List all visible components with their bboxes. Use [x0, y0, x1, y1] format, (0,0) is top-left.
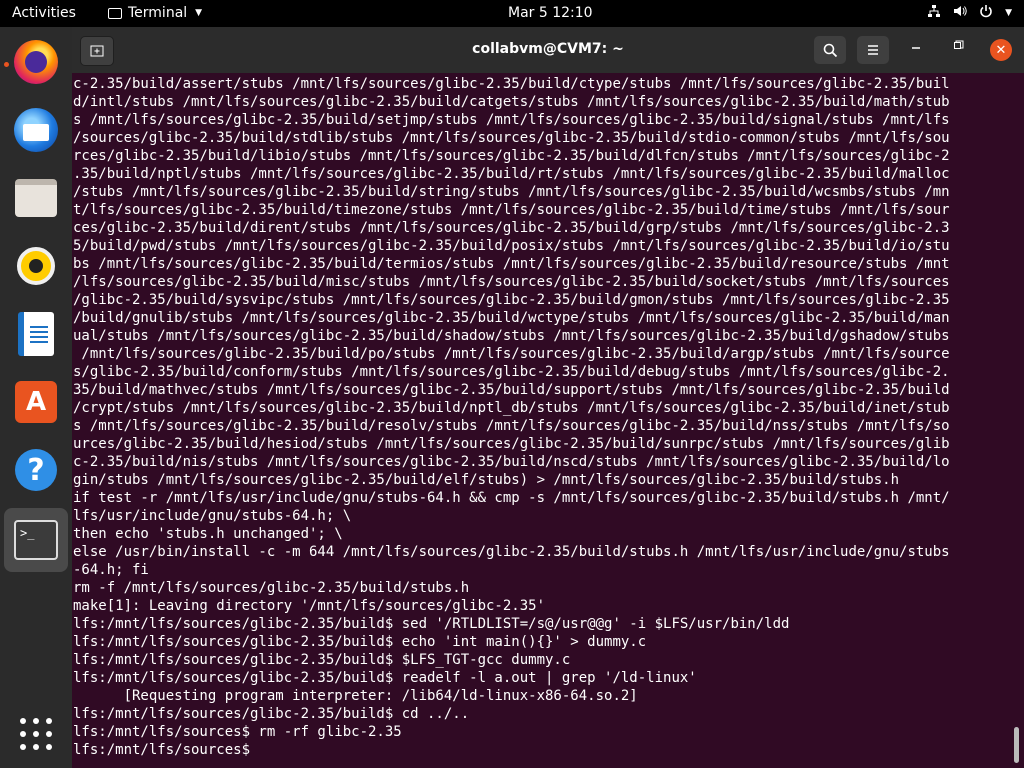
terminal-line: /lfs/sources/glibc-2.35/build/misc/stubs…: [73, 274, 950, 290]
dock: A ? >_: [0, 27, 72, 768]
app-menu[interactable]: Terminal ▼: [108, 5, 202, 21]
terminal-line: d/intl/stubs /mnt/lfs/sources/glibc-2.35…: [73, 94, 950, 110]
terminal-line: 35/build/mathvec/stubs /mnt/lfs/sources/…: [73, 382, 950, 398]
show-applications-icon[interactable]: [12, 710, 60, 758]
terminal-line: else /usr/bin/install -c -m 644 /mnt/lfs…: [73, 544, 950, 560]
close-button[interactable]: ✕: [990, 39, 1012, 61]
terminal-line: ces/glibc-2.35/build/dirent/stubs /mnt/l…: [73, 220, 950, 236]
hamburger-menu-icon: [868, 45, 878, 55]
terminal-line: rm -f /mnt/lfs/sources/glibc-2.35/build/…: [73, 580, 470, 596]
minimize-button[interactable]: [910, 39, 922, 55]
network-icon: [927, 4, 941, 22]
restore-icon: [954, 40, 964, 49]
terminal-line: lfs:/mnt/lfs/sources$: [73, 742, 259, 758]
running-indicator: [4, 62, 9, 67]
terminal-line: lfs:/mnt/lfs/sources/glibc-2.35/build$ e…: [73, 634, 647, 650]
terminal-line: lfs:/mnt/lfs/sources/glibc-2.35/build$ $…: [73, 652, 571, 668]
terminal-line: lfs:/mnt/lfs/sources/glibc-2.35/build$ s…: [73, 616, 790, 632]
rhythmbox-icon[interactable]: [12, 242, 60, 290]
activities-button[interactable]: Activities: [12, 5, 76, 21]
terminal-line: ual/stubs /mnt/lfs/sources/glibc-2.35/bu…: [73, 328, 950, 344]
terminal-line: t/lfs/sources/glibc-2.35/build/timezone/…: [73, 202, 950, 218]
terminal-line: bs /mnt/lfs/sources/glibc-2.35/build/ter…: [73, 256, 950, 272]
terminal-line: lfs:/mnt/lfs/sources$ rm -rf glibc-2.35: [73, 724, 402, 740]
terminal-line: /glibc-2.35/build/sysvipc/stubs /mnt/lfs…: [73, 292, 950, 308]
terminal-line: gin/stubs /mnt/lfs/sources/glibc-2.35/bu…: [73, 472, 900, 488]
terminal-line: s /mnt/lfs/sources/glibc-2.35/build/reso…: [73, 418, 950, 434]
scrollbar[interactable]: [1014, 727, 1019, 763]
terminal-line: s /mnt/lfs/sources/glibc-2.35/build/setj…: [73, 112, 950, 128]
terminal-line: .35/build/nptl/stubs /mnt/lfs/sources/gl…: [73, 166, 950, 182]
terminal-app-icon: [108, 7, 122, 19]
clock[interactable]: Mar 5 12:10: [508, 5, 593, 21]
libreoffice-writer-icon[interactable]: [12, 310, 60, 358]
terminal-line: rces/glibc-2.35/build/libio/stubs /mnt/l…: [73, 148, 950, 164]
terminal-line: /crypt/stubs /mnt/lfs/sources/glibc-2.35…: [73, 400, 950, 416]
app-menu-label: Terminal: [128, 5, 188, 21]
status-menu[interactable]: ▼: [927, 4, 1012, 22]
terminal-line: then echo 'stubs.h unchanged'; \: [73, 526, 343, 542]
ubuntu-software-icon[interactable]: A: [12, 378, 60, 426]
help-icon[interactable]: ?: [12, 446, 60, 494]
search-button[interactable]: [814, 36, 846, 64]
terminal-icon[interactable]: >_: [4, 508, 68, 572]
search-icon: [823, 43, 837, 57]
close-icon: ✕: [995, 42, 1007, 58]
terminal-line: -64.h; fi: [73, 562, 149, 578]
terminal-line: lfs:/mnt/lfs/sources/glibc-2.35/build$ r…: [73, 670, 697, 686]
header-bar: collabvm@CVM7: ~ ✕: [72, 27, 1024, 73]
terminal-line: /mnt/lfs/sources/glibc-2.35/build/po/stu…: [73, 346, 950, 362]
terminal-line: lfs:/mnt/lfs/sources/glibc-2.35/build$ c…: [73, 706, 470, 722]
volume-icon: [953, 4, 967, 22]
minimize-icon: [912, 47, 920, 49]
terminal-line: /build/gnulib/stubs /mnt/lfs/sources/gli…: [73, 310, 950, 326]
power-icon: [979, 4, 993, 22]
terminal-line: lfs/usr/include/gnu/stubs-64.h; \: [73, 508, 352, 524]
terminal-line: if test -r /mnt/lfs/usr/include/gnu/stub…: [73, 490, 950, 506]
terminal-line: s/glibc-2.35/build/conform/stubs /mnt/lf…: [73, 364, 950, 380]
maximize-button[interactable]: [953, 39, 965, 54]
terminal-line: make[1]: Leaving directory '/mnt/lfs/sou…: [73, 598, 546, 614]
terminal-line: /sources/glibc-2.35/build/stdlib/stubs /…: [73, 130, 950, 146]
caret-down-icon: ▼: [195, 8, 203, 18]
terminal-output[interactable]: c-2.35/build/assert/stubs /mnt/lfs/sourc…: [73, 75, 1013, 765]
chevron-down-icon: ▼: [1005, 8, 1012, 18]
terminal-line: [Requesting program interpreter: /lib64/…: [73, 688, 638, 704]
firefox-icon[interactable]: [12, 38, 60, 86]
menu-button[interactable]: [857, 36, 889, 64]
top-bar: Activities Terminal ▼ Mar 5 12:10 ▼: [0, 0, 1024, 27]
terminal-line: /stubs /mnt/lfs/sources/glibc-2.35/build…: [73, 184, 950, 200]
terminal-window: collabvm@CVM7: ~ ✕ c-2.35/build/assert/s…: [72, 27, 1024, 768]
files-icon[interactable]: [12, 174, 60, 222]
thunderbird-icon[interactable]: [12, 106, 60, 154]
terminal-line: 5/build/pwd/stubs /mnt/lfs/sources/glibc…: [73, 238, 950, 254]
terminal-line: c-2.35/build/nis/stubs /mnt/lfs/sources/…: [73, 454, 950, 470]
terminal-line: urces/glibc-2.35/build/hesiod/stubs /mnt…: [73, 436, 950, 452]
terminal-line: c-2.35/build/assert/stubs /mnt/lfs/sourc…: [73, 76, 950, 92]
